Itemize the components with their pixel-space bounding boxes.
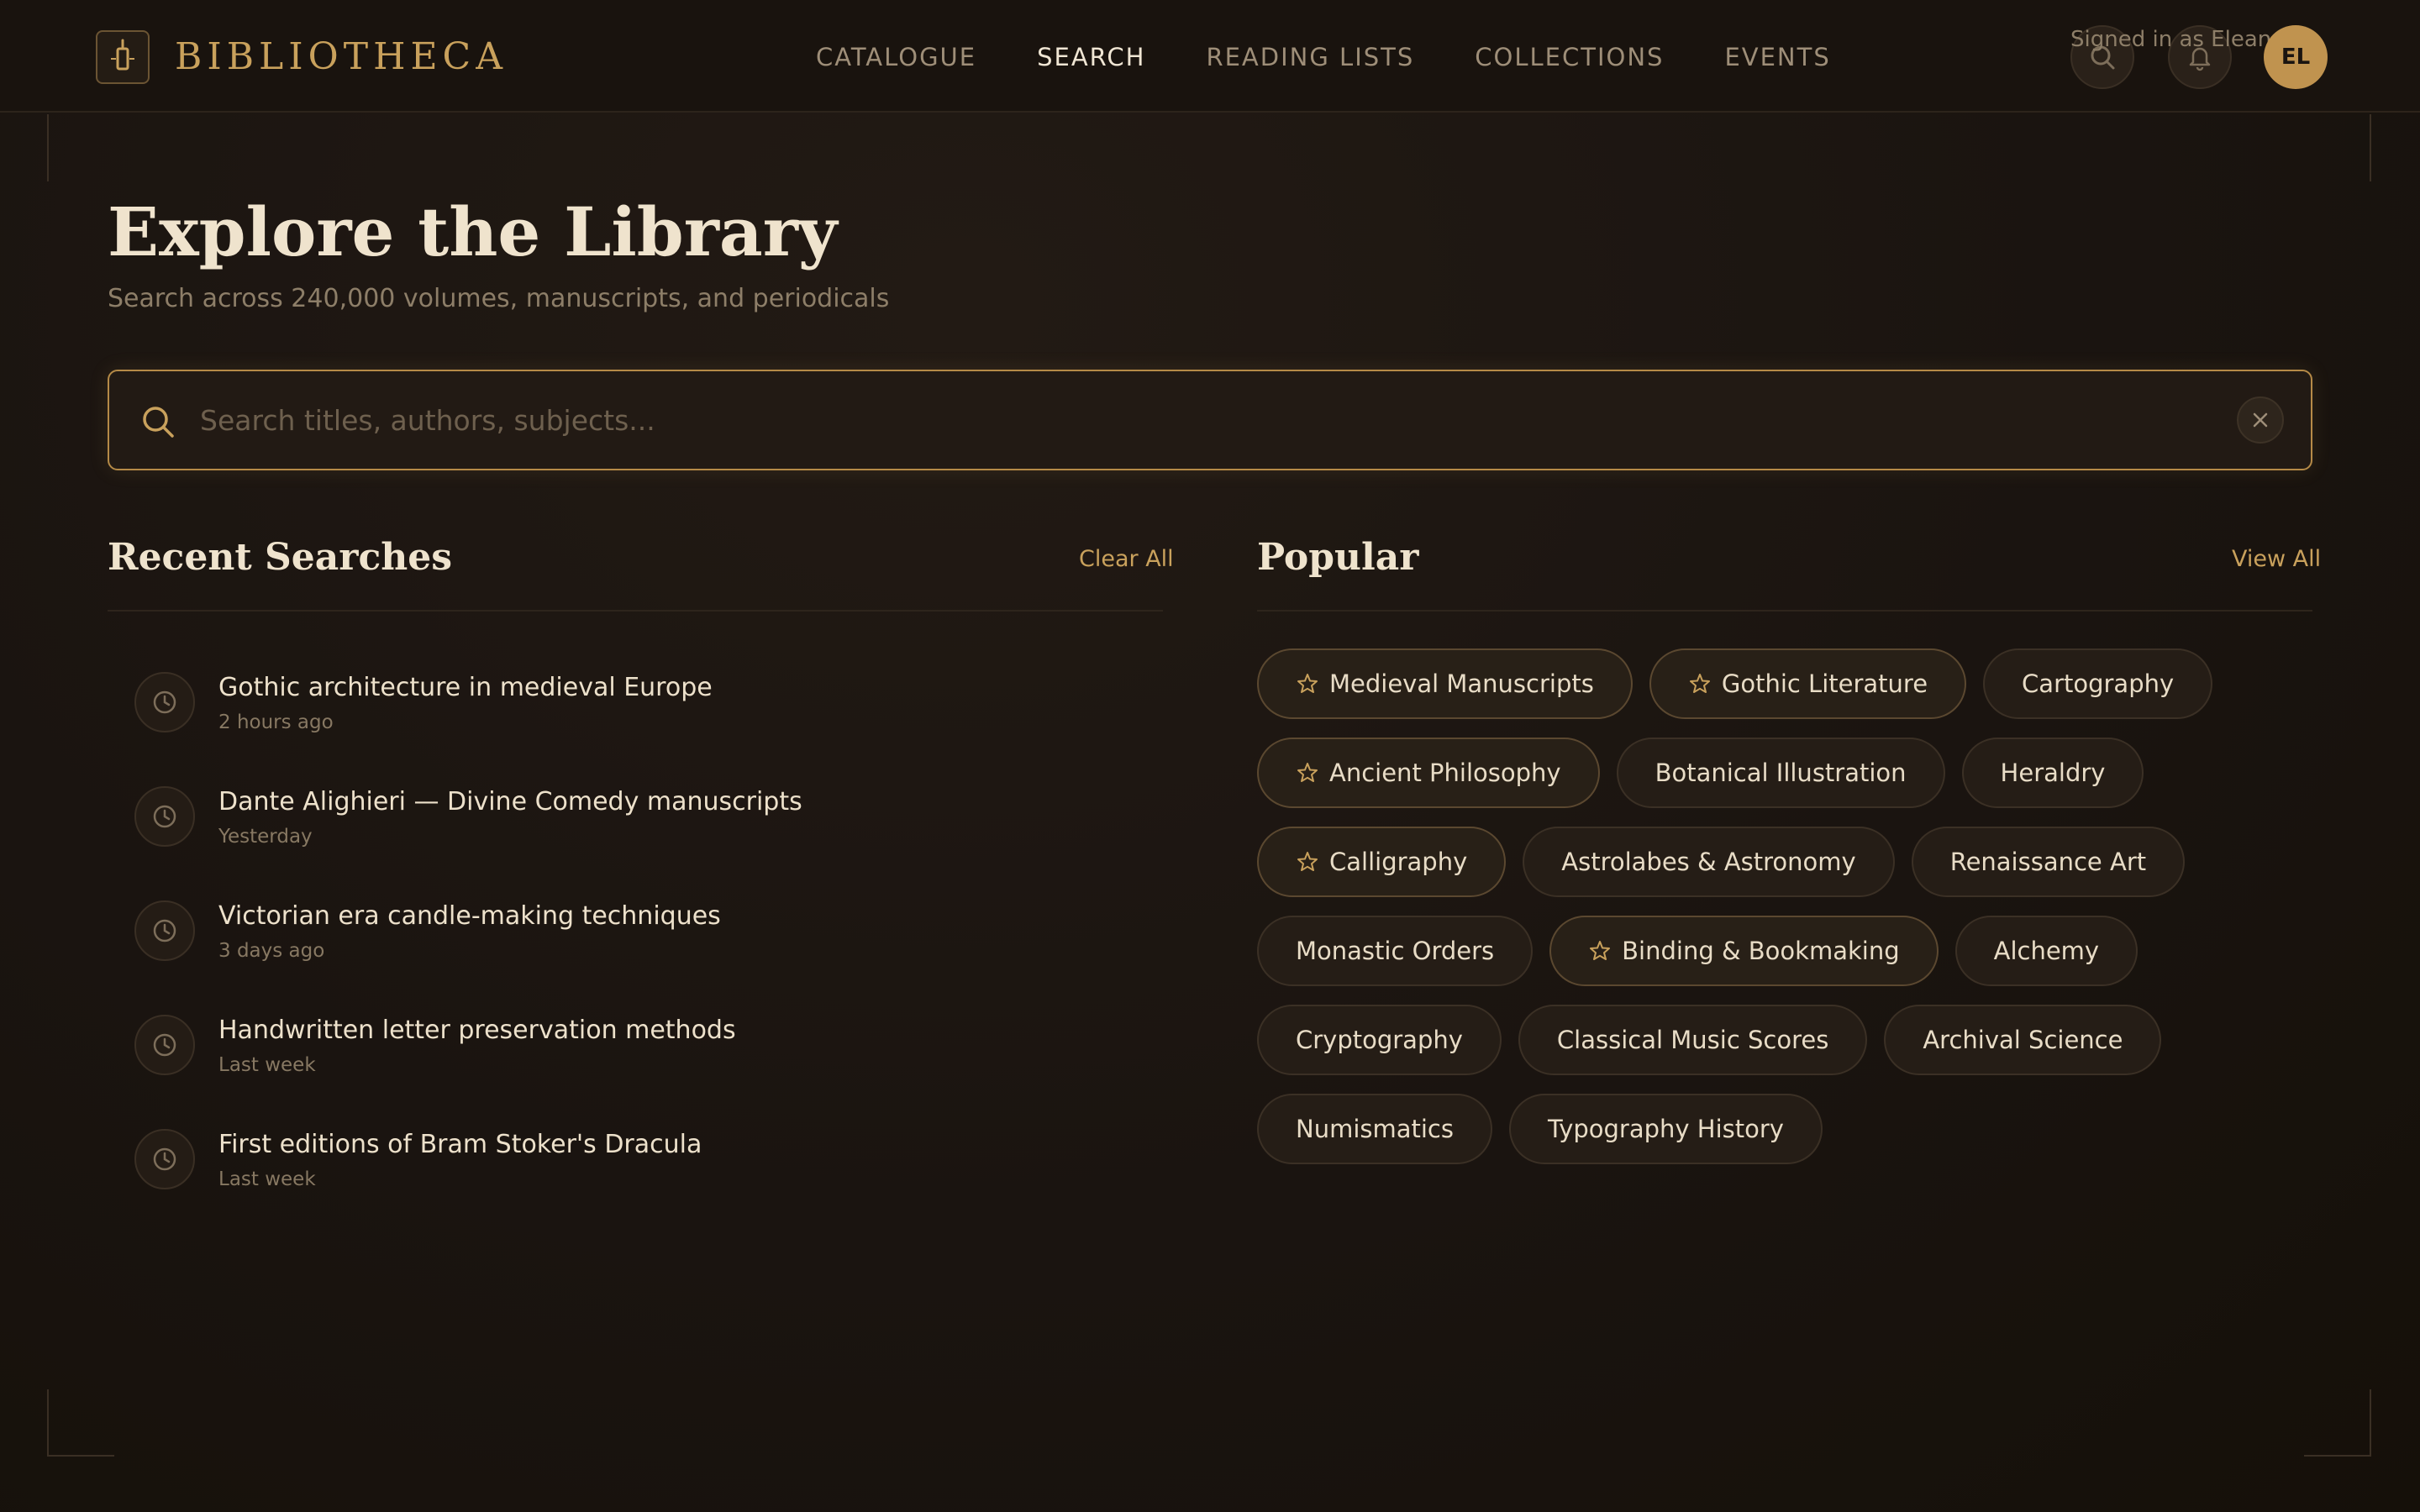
recent-search-query: Gothic architecture in medieval Europe: [218, 673, 713, 702]
popular-tag-label: Archival Science: [1923, 1026, 2123, 1054]
recent-search-time: Last week: [218, 1054, 316, 1076]
clear-search-button[interactable]: [2237, 396, 2284, 444]
search-input[interactable]: [200, 395, 2200, 445]
star-icon: [1297, 763, 1318, 782]
frame-corner-bottom-right: [2304, 1389, 2371, 1457]
recent-search-item[interactable]: First editions of Bram Stoker's Dracula …: [108, 1112, 1163, 1226]
frame-corner-bottom-left: [47, 1389, 114, 1457]
top-header: BIBLIOTHECA CATALOGUE SEARCH READING LIS…: [0, 0, 2420, 113]
popular-tag-label: Astrolabes & Astronomy: [1561, 848, 1856, 876]
clock-icon-wrap: [134, 1129, 195, 1189]
popular-tag[interactable]: Heraldry: [1961, 738, 2144, 808]
popular-tag[interactable]: Binding & Bookmaking: [1549, 916, 1939, 986]
candle-icon: [111, 39, 134, 71]
view-all-link[interactable]: View All: [2232, 543, 2321, 576]
popular-tag-label: Monastic Orders: [1296, 937, 1495, 965]
clear-all-link[interactable]: Clear All: [1079, 543, 1174, 576]
popular-tag-label: Classical Music Scores: [1556, 1026, 1829, 1054]
page-subtitle: Search across 240,000 volumes, manuscrip…: [108, 284, 890, 313]
popular-tag-label: Botanical Illustration: [1655, 759, 1907, 787]
nav-reading-lists[interactable]: READING LISTS: [1206, 37, 1414, 77]
star-icon: [1590, 941, 1611, 960]
popular-tag-label: Binding & Bookmaking: [1622, 937, 1900, 965]
star-icon: [1297, 852, 1318, 871]
frame-corner-top-right: [2304, 114, 2371, 181]
logo-text[interactable]: BIBLIOTHECA: [175, 32, 508, 82]
popular-tag-label: Ancient Philosophy: [1329, 759, 1561, 787]
recent-search-time: 3 days ago: [218, 940, 325, 962]
frame-corner-top-left: [47, 114, 114, 181]
popular-tag[interactable]: Alchemy: [1954, 916, 2139, 986]
popular-tag[interactable]: Typography History: [1509, 1094, 1823, 1164]
recent-divider: [108, 610, 1163, 612]
popular-tag-label: Numismatics: [1296, 1115, 1454, 1143]
popular-divider: [1257, 610, 2312, 612]
recent-search-query: Dante Alighieri — Divine Comedy manuscri…: [218, 787, 802, 816]
star-icon: [1689, 674, 1710, 693]
popular-tag[interactable]: Renaissance Art: [1911, 827, 2186, 897]
recent-searches-list: Gothic architecture in medieval Europe 2…: [108, 655, 1163, 1226]
nav-events[interactable]: EVENTS: [1724, 37, 1830, 77]
clock-icon: [153, 805, 176, 828]
popular-tag[interactable]: Cryptography: [1257, 1005, 1502, 1075]
recent-search-item[interactable]: Dante Alighieri — Divine Comedy manuscri…: [108, 769, 1163, 884]
clock-icon-wrap: [134, 672, 195, 732]
popular-tag-label: Cartography: [2022, 669, 2175, 698]
popular-tag-label: Alchemy: [1993, 937, 2100, 965]
popular-tag[interactable]: Medieval Manuscripts: [1257, 648, 1633, 719]
page-title: Explore the Library: [108, 192, 838, 271]
clock-icon: [153, 1033, 176, 1057]
clock-icon-wrap: [134, 1015, 195, 1075]
clock-icon-wrap: [134, 786, 195, 847]
recent-search-time: 2 hours ago: [218, 711, 334, 733]
clock-icon: [153, 919, 176, 942]
popular-tag-label: Typography History: [1548, 1115, 1784, 1143]
nav-catalogue[interactable]: CATALOGUE: [816, 37, 976, 77]
logo-mark[interactable]: [96, 30, 150, 84]
popular-tag-label: Calligraphy: [1329, 848, 1468, 876]
recent-search-item[interactable]: Handwritten letter preservation methods …: [108, 998, 1163, 1112]
recent-searches-title: Recent Searches: [108, 536, 452, 579]
recent-search-time: Yesterday: [218, 826, 313, 848]
popular-tag[interactable]: Numismatics: [1257, 1094, 1492, 1164]
popular-tag[interactable]: Archival Science: [1884, 1005, 2162, 1075]
popular-tag-label: Renaissance Art: [1949, 848, 2147, 876]
popular-title: Popular: [1257, 536, 1419, 579]
clock-icon: [153, 690, 176, 714]
popular-tag-label: Heraldry: [2000, 759, 2106, 787]
popular-tag[interactable]: Calligraphy: [1257, 827, 1507, 897]
nav-collections[interactable]: COLLECTIONS: [1475, 37, 1664, 77]
main-nav: CATALOGUE SEARCH READING LISTS COLLECTIO…: [816, 37, 1831, 77]
popular-tag[interactable]: Classical Music Scores: [1518, 1005, 1868, 1075]
popular-tags: Medieval Manuscripts Gothic Literature C…: [1257, 648, 2316, 1164]
recent-search-query: Handwritten letter preservation methods: [218, 1016, 736, 1045]
star-icon: [1297, 674, 1318, 693]
popular-tag-label: Medieval Manuscripts: [1329, 669, 1594, 698]
popular-tag-label: Cryptography: [1296, 1026, 1463, 1054]
nav-search[interactable]: SEARCH: [1037, 37, 1145, 77]
recent-search-time: Last week: [218, 1168, 316, 1190]
recent-search-item[interactable]: Gothic architecture in medieval Europe 2…: [108, 655, 1163, 769]
close-icon: [2253, 412, 2268, 428]
popular-tag-label: Gothic Literature: [1721, 669, 1928, 698]
popular-tag[interactable]: Botanical Illustration: [1616, 738, 1945, 808]
clock-icon-wrap: [134, 900, 195, 961]
popular-tag[interactable]: Cartography: [1983, 648, 2213, 719]
user-avatar[interactable]: EL: [2264, 25, 2328, 89]
popular-tag[interactable]: Ancient Philosophy: [1257, 738, 1600, 808]
popular-tag[interactable]: Astrolabes & Astronomy: [1523, 827, 1895, 897]
recent-search-query: First editions of Bram Stoker's Dracula: [218, 1130, 702, 1159]
search-icon: [143, 407, 174, 438]
popular-tag[interactable]: Gothic Literature: [1649, 648, 1967, 719]
clock-icon: [153, 1147, 176, 1171]
recent-search-item[interactable]: Victorian era candle-making techniques 3…: [108, 884, 1163, 998]
search-bar: [108, 370, 2312, 470]
recent-search-query: Victorian era candle-making techniques: [218, 901, 721, 931]
popular-tag[interactable]: Monastic Orders: [1257, 916, 1534, 986]
